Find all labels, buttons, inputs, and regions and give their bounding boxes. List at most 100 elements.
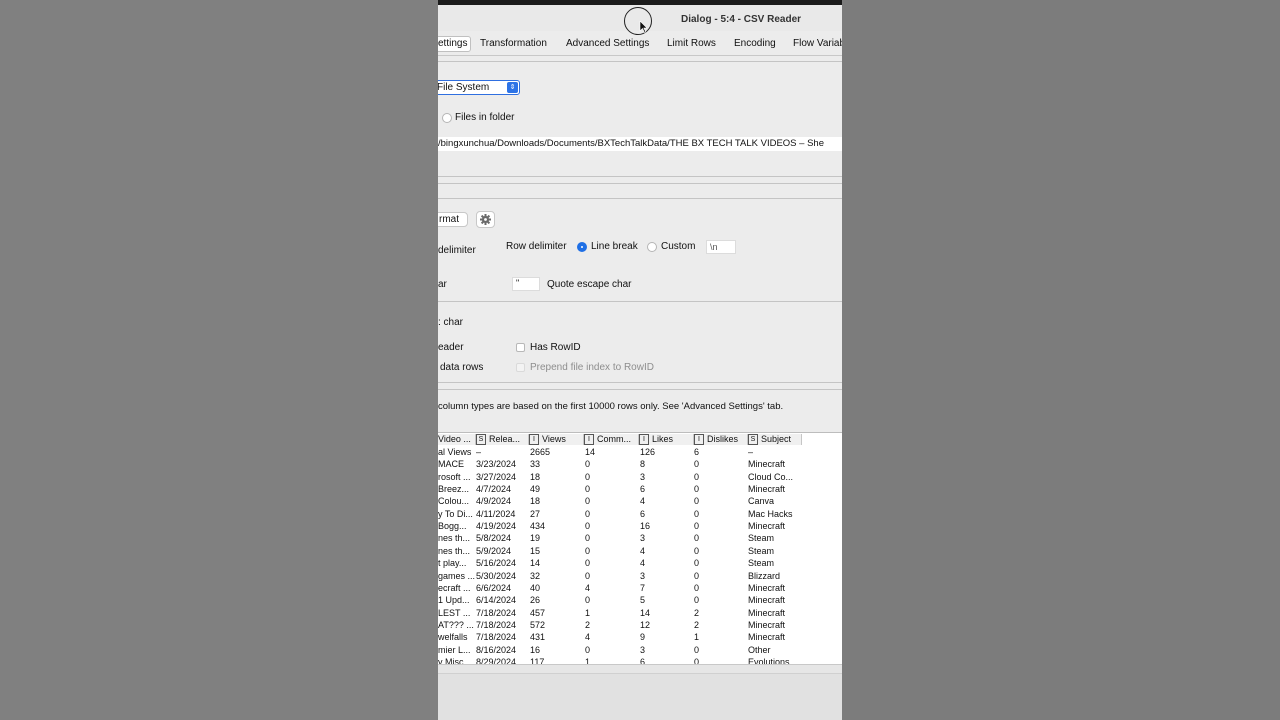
tab-transformation[interactable]: Transformation (480, 37, 547, 51)
integer-type-icon: I (639, 434, 649, 445)
column-name: Subject (761, 434, 792, 444)
column-header-comments[interactable]: I Comm... (584, 434, 639, 445)
table-cell: 0 (694, 459, 700, 470)
file-system-select[interactable]: File System ⇕ (438, 80, 520, 95)
table-cell: mier L... (438, 644, 471, 655)
custom-delimiter-value: \n (710, 242, 718, 252)
table-cell: Minecraft (748, 484, 786, 495)
quote-char-value: " (516, 278, 520, 288)
table-cell: 0 (585, 521, 591, 532)
table-cell: 8/16/2024 (476, 644, 517, 655)
column-header-label: eader (438, 342, 464, 353)
table-cell: 0 (694, 558, 700, 569)
table-cell: Minecraft (748, 632, 786, 643)
table-cell: 7/18/2024 (476, 607, 517, 618)
column-header-views[interactable]: I Views (529, 434, 584, 445)
tab-settings[interactable]: ettings (438, 36, 472, 52)
table-cell: 18 (530, 471, 541, 482)
table-cell: 126 (640, 447, 656, 457)
table-cell: 0 (694, 582, 700, 593)
table-cell: MACE (438, 459, 465, 470)
table-cell: Steam (748, 533, 775, 544)
table-cell: 4 (640, 545, 646, 556)
column-header-release[interactable]: S Relea... (476, 434, 529, 445)
column-name: Dislikes (707, 434, 739, 444)
table-cell: 5/30/2024 (476, 570, 517, 581)
tab-bar: ettings Transformation Advanced Settings… (438, 33, 842, 56)
table-cell: 431 (530, 632, 546, 643)
has-rowid-checkbox[interactable] (516, 343, 525, 352)
table-cell: 4 (585, 632, 591, 643)
table-cell: 0 (585, 484, 591, 495)
table-cell: 3/27/2024 (476, 471, 517, 482)
table-cell: Canva (748, 496, 775, 507)
table-cell: 0 (585, 533, 591, 544)
files-in-folder-radio[interactable] (442, 113, 452, 123)
preview-table[interactable]: Video ... S Relea... I Views I Comm... I Lik… (438, 432, 842, 665)
divider (438, 176, 842, 177)
column-header-video[interactable]: Video ... (438, 434, 476, 445)
table-cell: games ... (438, 570, 475, 581)
gear-icon (480, 214, 491, 225)
table-cell: 0 (585, 545, 591, 556)
dialog-footer-panel (438, 673, 842, 720)
table-cell: 32 (530, 570, 541, 581)
divider (438, 183, 842, 184)
table-cell: 457 (530, 607, 546, 618)
table-cell: 0 (694, 484, 700, 495)
tab-limit-rows[interactable]: Limit Rows (667, 37, 716, 51)
table-cell: 4 (640, 558, 646, 569)
table-cell: 3 (640, 644, 646, 655)
tab-advanced-settings[interactable]: Advanced Settings (566, 37, 649, 51)
format-settings-button[interactable] (476, 211, 495, 228)
column-header-subject[interactable]: S Subject (748, 434, 802, 445)
table-cell: 0 (694, 496, 700, 507)
table-cell: 6 (640, 484, 646, 495)
file-path-value: /bingxunchua/Downloads/Documents/BXTechT… (438, 138, 824, 149)
table-cell: 3 (640, 471, 646, 482)
table-cell: Steam (748, 545, 775, 556)
mouse-pointer-icon (639, 21, 647, 33)
table-cell: 0 (585, 558, 591, 569)
table-cell: 4/11/2024 (476, 508, 516, 519)
tab-flow-variables[interactable]: Flow Variab (793, 37, 842, 51)
table-cell: 18 (530, 496, 541, 507)
table-cell: 1 (694, 632, 700, 643)
table-cell: Minecraft (748, 595, 786, 606)
line-break-radio[interactable] (577, 242, 587, 252)
custom-radio[interactable] (647, 242, 657, 252)
table-cell: 3 (640, 533, 646, 544)
background-right (842, 0, 1280, 720)
column-name: Video ... (438, 434, 471, 444)
table-cell: 7/18/2024 (476, 632, 517, 643)
preview-note: column types are based on the first 1000… (438, 401, 784, 412)
table-cell: 19 (530, 533, 541, 544)
custom-delimiter-input[interactable]: \n (706, 240, 736, 254)
table-cell: rosoft ... (438, 471, 471, 482)
table-cell: nes th... (438, 545, 471, 556)
autodetect-format-button[interactable]: rmat (438, 212, 468, 227)
table-cell: 0 (585, 644, 591, 655)
column-header-dislikes[interactable]: I Dislikes (694, 434, 748, 445)
tab-encoding[interactable]: Encoding (734, 37, 776, 51)
table-cell: 27 (530, 508, 541, 519)
table-cell: Steam (748, 558, 775, 569)
prepend-file-index-checkbox[interactable] (516, 363, 525, 372)
file-path-input[interactable]: /bingxunchua/Downloads/Documents/BXTechT… (438, 137, 842, 151)
table-cell: 6 (694, 447, 700, 457)
quote-char-input[interactable]: " (512, 277, 540, 291)
table-cell: 0 (585, 570, 591, 581)
autodetect-format-label: rmat (439, 214, 459, 225)
table-cell: 0 (585, 459, 591, 470)
table-cell: 4/7/2024 (476, 484, 512, 495)
table-cell: 16 (640, 521, 651, 532)
table-cell: – (748, 447, 754, 457)
background-left (0, 0, 438, 720)
column-header-likes[interactable]: I Likes (639, 434, 694, 445)
table-cell: 0 (694, 644, 700, 655)
table-cell: Bogg... (438, 521, 467, 532)
column-name: Likes (652, 434, 674, 444)
divider (438, 382, 842, 383)
table-cell: 14 (530, 558, 541, 569)
column-name: Views (542, 434, 566, 444)
